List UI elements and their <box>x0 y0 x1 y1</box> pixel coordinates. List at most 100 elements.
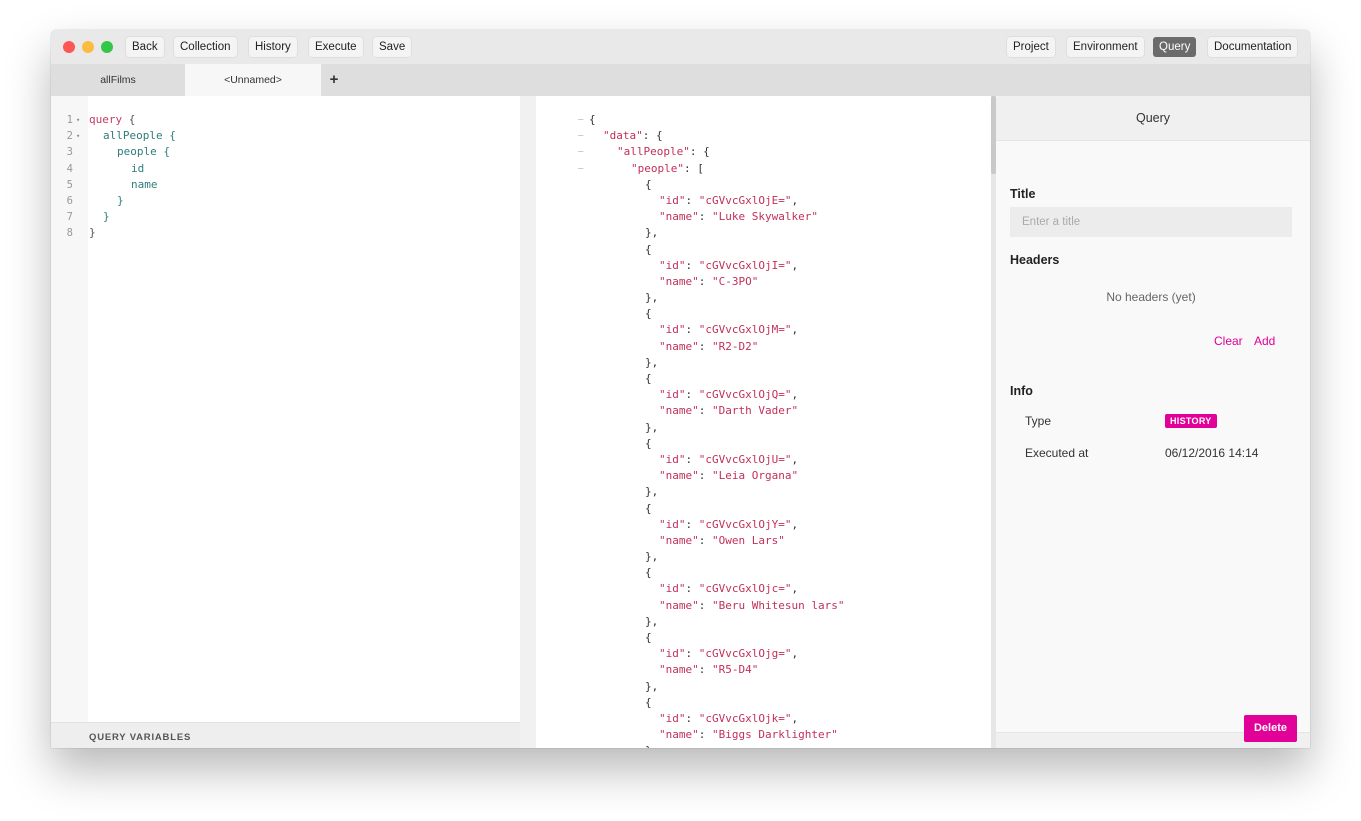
collapse-icon[interactable]: – <box>578 161 586 177</box>
json-string-value: "cGVvcGxlOjM=" <box>698 323 792 337</box>
query-line: 1 ▾ query { <box>51 112 520 128</box>
zoom-window-icon[interactable] <box>101 41 113 53</box>
json-text: "name": "Beru Whitesun lars" <box>659 598 845 612</box>
line-number: 7 <box>66 211 73 224</box>
json-text: { <box>645 436 652 450</box>
json-string-value: "R2-D2" <box>712 339 759 353</box>
json-text: { <box>645 242 652 256</box>
collapse-icon[interactable]: – <box>578 128 586 144</box>
json-string-value: "cGVvcGxlOjI=" <box>698 258 792 272</box>
clear-headers-link[interactable]: Clear <box>1214 334 1243 348</box>
add-tab-button[interactable]: + <box>323 64 345 96</box>
json-string-value: "cGVvcGxlOjY=" <box>698 517 792 531</box>
json-text: }, <box>645 614 659 628</box>
environment-button[interactable]: Environment <box>1067 37 1144 57</box>
tab-allfilms[interactable]: allFilms <box>51 64 185 96</box>
fold-arrow-icon[interactable]: ▾ <box>76 128 80 144</box>
tab-bar: allFilms <Unnamed> + <box>51 64 1310 96</box>
result-viewer: –{– "data": {– "allPeople": {– "people": [{… <box>536 96 991 748</box>
json-text: }, <box>645 226 659 240</box>
query-editor[interactable]: 1 ▾ query {2 ▾ allPeople {3 people {4 id 5 name 6… <box>51 96 520 748</box>
json-string-value: "cGVvcGxlOjg=" <box>698 647 792 661</box>
line-number: 6 <box>66 194 73 207</box>
json-text: { <box>645 566 652 580</box>
code-text: } <box>117 193 124 207</box>
json-string-value: "cGVvcGxlOjQ=" <box>698 388 792 402</box>
json-text: { <box>645 631 652 644</box>
json-text: { <box>589 113 596 126</box>
json-text: "name": "Owen Lars" <box>659 533 785 547</box>
json-text: } <box>645 743 652 748</box>
history-button[interactable]: History <box>249 37 297 57</box>
query-line: 4 id <box>51 161 520 177</box>
project-button[interactable]: Project <box>1007 37 1055 57</box>
back-button[interactable]: Back <box>126 37 164 57</box>
code-text: } <box>103 210 110 224</box>
type-badge: HISTORY <box>1165 414 1217 428</box>
json-text: }, <box>645 355 659 369</box>
json-string-value: "cGVvcGxlOjk=" <box>698 711 792 725</box>
json-string-value: "cGVvcGxlOjc=" <box>698 582 792 596</box>
json-text: "id": "cGVvcGxlOjU=", <box>659 452 799 466</box>
json-text: "id": "cGVvcGxlOjE=", <box>659 193 799 207</box>
query-code[interactable]: 1 ▾ query {2 ▾ allPeople {3 people {4 id 5 name 6… <box>51 112 520 242</box>
query-variables-bar[interactable]: QUERY VARIABLES <box>51 722 520 748</box>
json-string-value: "Leia Organa" <box>712 469 799 483</box>
json-string-value: "Owen Lars" <box>712 533 785 547</box>
json-string-value: "cGVvcGxlOjE=" <box>698 193 792 207</box>
line-number: 4 <box>66 162 73 175</box>
json-text: "name": "Leia Organa" <box>659 469 799 483</box>
pane-divider[interactable] <box>520 96 536 748</box>
json-text: "data": { <box>603 129 663 143</box>
documentation-button[interactable]: Documentation <box>1208 37 1298 57</box>
side-panel-header: Query <box>996 96 1310 141</box>
json-text: "id": "cGVvcGxlOjM=", <box>659 323 799 337</box>
line-number: 2 <box>66 130 73 143</box>
collapse-icon[interactable]: – <box>578 144 586 160</box>
json-text: "id": "cGVvcGxlOjg=", <box>659 647 799 661</box>
query-button[interactable]: Query <box>1153 37 1197 57</box>
executed-at-label: Executed at <box>1025 446 1089 460</box>
json-string-value: "Luke Skywalker" <box>712 210 818 224</box>
fold-arrow-icon[interactable]: ▾ <box>76 112 80 128</box>
query-line: 8} <box>51 225 520 241</box>
code-text: allPeople { <box>103 129 176 143</box>
query-side-panel: Query Title Headers No headers (yet) Cle… <box>996 96 1310 748</box>
json-text: }, <box>645 679 659 693</box>
title-section-label: Title <box>1010 187 1036 201</box>
json-text: "id": "cGVvcGxlOjQ=", <box>659 388 799 402</box>
delete-button[interactable]: Delete <box>1244 715 1297 742</box>
query-line: 7} <box>51 209 520 225</box>
json-text: { <box>645 372 652 385</box>
json-text: }, <box>645 291 659 305</box>
close-window-icon[interactable] <box>63 41 75 53</box>
collection-button[interactable]: Collection <box>174 37 237 57</box>
json-text: "allPeople": { <box>617 145 710 159</box>
info-section-label: Info <box>1010 384 1033 398</box>
tab-unnamed[interactable]: <Unnamed> <box>185 64 321 96</box>
query-line: 6} <box>51 193 520 209</box>
code-text: people { <box>117 145 170 159</box>
add-header-link[interactable]: Add <box>1254 334 1275 348</box>
line-number: 5 <box>66 178 73 191</box>
title-input[interactable] <box>1010 207 1292 237</box>
line-number: 8 <box>66 227 73 240</box>
code-text: name <box>131 177 158 191</box>
code-text: id <box>131 161 145 175</box>
execute-button[interactable]: Execute <box>309 37 363 57</box>
json-text: "name": "Darth Vader" <box>659 404 799 418</box>
json-string-value: "R5-D4" <box>712 663 759 677</box>
json-string-value: "Darth Vader" <box>712 404 799 418</box>
json-text: "id": "cGVvcGxlOjY=", <box>659 517 799 531</box>
json-text: "name": "C-3PO" <box>659 274 759 288</box>
json-string-value: "C-3PO" <box>712 274 759 288</box>
json-text: "people": [ <box>631 161 704 175</box>
app-window: Back Collection History Execute Save Pro… <box>51 30 1310 748</box>
minimize-window-icon[interactable] <box>82 41 94 53</box>
json-string-value: "cGVvcGxlOjU=" <box>698 452 792 466</box>
collapse-icon[interactable]: – <box>578 112 586 128</box>
code-text: query { <box>89 113 136 126</box>
json-text: }, <box>645 420 659 434</box>
save-button[interactable]: Save <box>373 37 412 57</box>
executed-at-value: 06/12/2016 14:14 <box>1165 446 1259 460</box>
